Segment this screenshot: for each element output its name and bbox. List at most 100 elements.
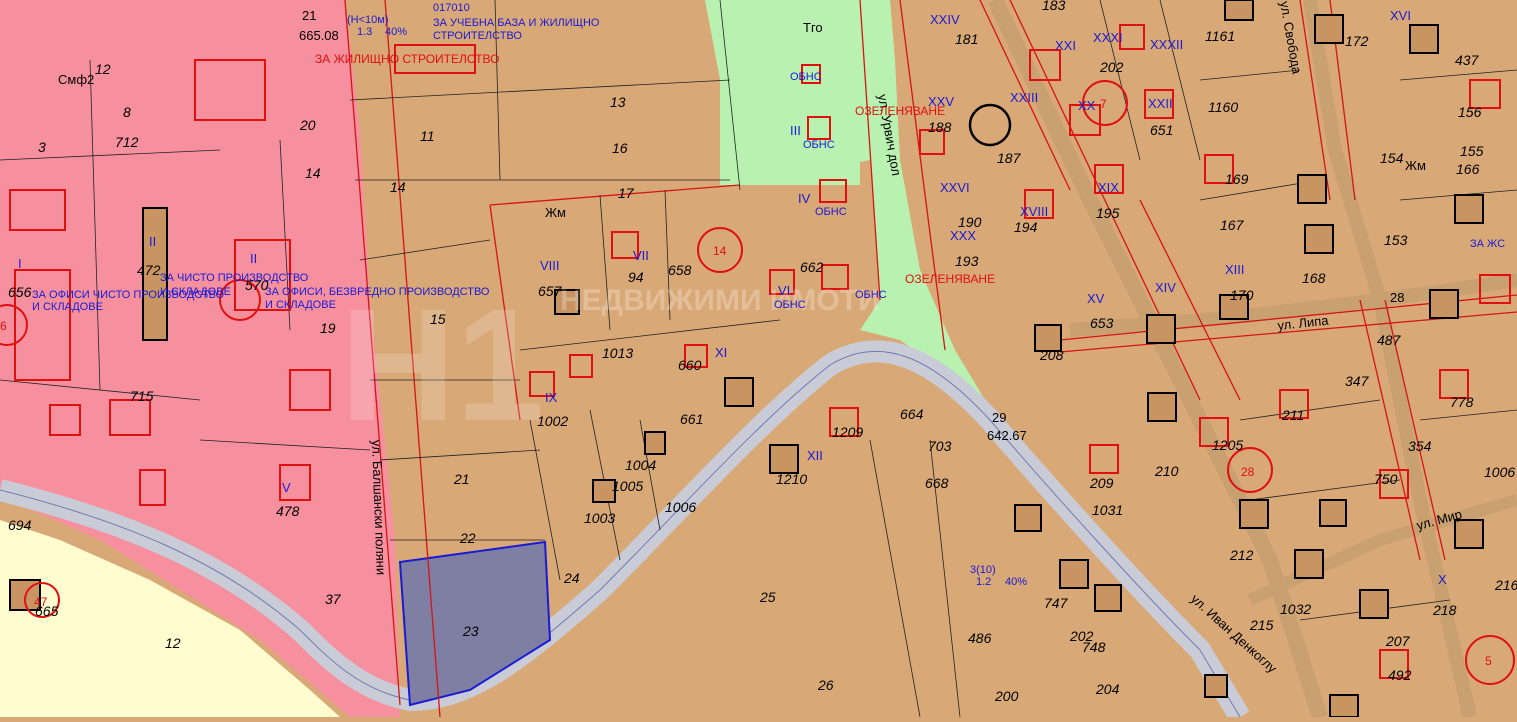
plot-number: 193 (955, 253, 979, 269)
plot-number: 210 (1154, 463, 1179, 479)
building-roman-label: VII (633, 248, 649, 263)
plot-number: 212 (1229, 547, 1254, 563)
plot-number: 1160 (1208, 99, 1238, 115)
note-purpose-2: СТРОИТЕЛСТВО (433, 30, 522, 42)
map-canvas: НЕДВИЖИМИ ИМОТИ H1 ул. Балшански поляни … (0, 0, 1517, 722)
circle-mark-14: 14 (713, 244, 727, 258)
building-roman-label: XIX (1098, 180, 1119, 195)
zone-code-zhm: Жм (545, 205, 566, 220)
plot-number: 204 (1095, 681, 1120, 697)
plot-number: 37 (325, 591, 342, 607)
plot-number: 156 (1458, 104, 1482, 120)
plot-number: 1013 (602, 345, 633, 361)
point-21: 21 (302, 8, 316, 23)
plot-number: 24 (563, 570, 580, 586)
plot-number: 492 (1388, 667, 1412, 683)
plot-number: 1161 (1205, 28, 1235, 44)
building-roman-label: XXX (950, 228, 976, 243)
note-height: (H<10м) (347, 14, 389, 26)
note-percent-2: 40% (1005, 576, 1027, 588)
plot-number: 166 (1456, 161, 1480, 177)
building-roman-label: XXIII (1010, 90, 1038, 105)
building-roman-label: II (149, 234, 156, 249)
plot-number: 665 (35, 603, 59, 619)
plot-number: 215 (1249, 617, 1274, 633)
plot-number: 747 (1044, 595, 1069, 611)
plot-number: 656 (8, 284, 32, 300)
plot-number: 19 (320, 320, 336, 336)
building-roman-label: VIII (540, 258, 560, 273)
note-zhs: ЗА ЖС (1470, 238, 1505, 250)
plot-number: 218 (1432, 602, 1457, 618)
note-purpose-1: ЗА УЧЕБНА БАЗА И ЖИЛИЩНО (433, 17, 600, 29)
plot-number: 21 (453, 471, 470, 487)
plot-number: 11 (420, 128, 435, 144)
plot-number: 1006 (1484, 464, 1515, 480)
zone-code-zhm-east: Жм (1405, 158, 1426, 173)
plot-number: 172 (1345, 33, 1369, 49)
plot-number: 183 (1042, 0, 1066, 13)
building-roman-label: XI (715, 345, 727, 360)
building-roman-label: XIII (1225, 262, 1245, 277)
plot-number: 1005 (612, 478, 643, 494)
plot-number: 169 (1225, 171, 1249, 187)
plot-number: 170 (1230, 287, 1254, 303)
plot-number: 661 (680, 411, 703, 427)
plot-number: 15 (430, 311, 446, 327)
building-roman-label: I (18, 256, 22, 271)
plot-number: 168 (1302, 270, 1326, 286)
zone-code-tgo: Тго (803, 20, 823, 35)
zone-code-smf2: Смф2 (58, 72, 94, 87)
plot-number: 194 (1014, 219, 1038, 235)
building-roman-label: X (1438, 572, 1447, 587)
building-roman-label: XXIV (930, 12, 960, 27)
plot-number: 478 (276, 503, 300, 519)
circle-mark-7: 7 (1100, 97, 1107, 111)
circle-mark-6: 6 (0, 319, 7, 333)
elevation-1: 665.08 (299, 28, 339, 43)
watermark: НЕДВИЖИМИ ИМОТИ (560, 284, 880, 317)
plot-number: 487 (1377, 332, 1402, 348)
note-greening-1: ОЗЕЛЕНЯВАНЕ (905, 272, 995, 286)
plot-number: 216 (1494, 577, 1517, 593)
plot-number: 3 (38, 139, 46, 155)
plot-number: 712 (115, 134, 139, 150)
plot-number: 748 (1082, 639, 1106, 655)
green-zone-obns[interactable] (720, 0, 860, 185)
plot-number: 660 (678, 357, 702, 373)
building-roman-label: XIV (1155, 280, 1176, 295)
building-roman-label: XII (807, 448, 823, 463)
plot-number: 22 (459, 530, 476, 546)
note-obns-2: ОБНС (803, 139, 835, 151)
plot-number: 1209 (832, 424, 863, 440)
plot-number: 354 (1408, 438, 1432, 454)
point-28: 28 (1390, 290, 1404, 305)
plot-number: 653 (1090, 315, 1114, 331)
note-percent: 40% (385, 26, 407, 38)
plot-number: 188 (928, 119, 952, 135)
building-roman-label: XXII (1148, 96, 1173, 111)
cadastral-map[interactable]: НЕДВИЖИМИ ИМОТИ H1 ул. Балшански поляни … (0, 0, 1517, 722)
note-storage-3: И СКЛАДОВЕ (265, 299, 336, 311)
plot-number: 16 (612, 140, 628, 156)
plot-number: 1004 (625, 457, 656, 473)
note-storage-2: И СКЛАДОВЕ (32, 301, 103, 313)
building-roman-label: IX (545, 390, 558, 405)
building-roman-label: XXXI (1093, 30, 1123, 45)
building-roman-label: XVIII (1020, 204, 1048, 219)
plot-number: 167 (1220, 217, 1245, 233)
note-clean-prod: ЗА ЧИСТО ПРОИЗВОДСТВО (160, 272, 309, 284)
plot-number: 25 (759, 589, 776, 605)
plot-number: 570 (245, 277, 269, 293)
plot-number: 195 (1096, 205, 1120, 221)
plot-number: 12 (95, 61, 111, 77)
building-roman-label: XXXII (1150, 37, 1183, 52)
plot-number: 1002 (537, 413, 568, 429)
building-roman-label: II (250, 251, 257, 266)
plot-number: 1003 (584, 510, 615, 526)
plot-number: 668 (925, 475, 949, 491)
plot-number: 750 (1374, 471, 1398, 487)
building-roman-label: XX (1078, 98, 1096, 113)
plot-number: 778 (1450, 394, 1474, 410)
note-obns-3: ОБНС (815, 206, 847, 218)
